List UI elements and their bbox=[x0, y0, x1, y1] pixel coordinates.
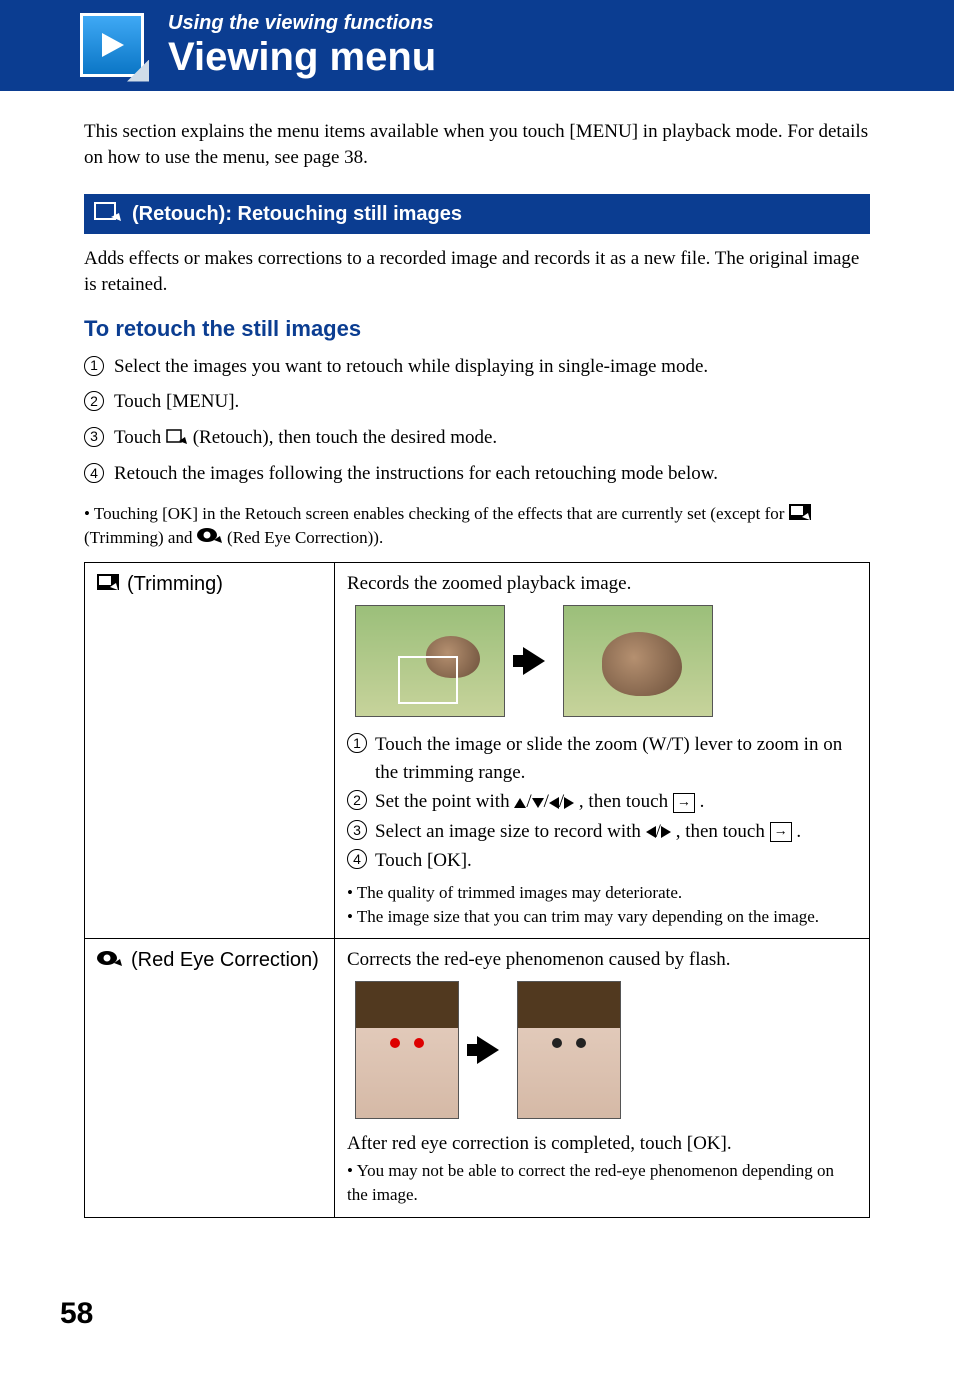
trimming-illustration bbox=[355, 605, 857, 717]
trim-step-2-pre: Set the point with bbox=[375, 791, 514, 812]
proceed-icon: → bbox=[770, 822, 792, 842]
step-4: 4 Retouch the images following the instr… bbox=[84, 461, 870, 487]
retouch-description: Adds effects or makes corrections to a r… bbox=[84, 246, 870, 297]
table-row: (Red Eye Correction) Corrects the red-ey… bbox=[85, 939, 870, 1218]
step-2-text: Touch [MENU]. bbox=[114, 389, 239, 415]
intro-paragraph: This section explains the menu items ava… bbox=[84, 119, 870, 170]
step-number-1: 1 bbox=[347, 733, 367, 753]
right-icon bbox=[564, 797, 574, 809]
section-label: Using the viewing functions bbox=[168, 12, 436, 35]
step-number-4: 4 bbox=[84, 463, 104, 483]
trimming-desc: Records the zoomed playback image. bbox=[347, 573, 857, 595]
step-number-1: 1 bbox=[84, 356, 104, 376]
retouch-heading-bar: (Retouch): Retouching still images bbox=[84, 194, 870, 234]
retouch-modes-table: (Trimming) Records the zoomed playback i… bbox=[84, 562, 870, 1218]
trim-note-1: The quality of trimmed images may deteri… bbox=[347, 881, 857, 905]
arrow-right-icon bbox=[477, 1036, 499, 1064]
trim-after-image bbox=[563, 605, 713, 717]
trim-step-2-mid: , then touch bbox=[579, 791, 673, 812]
proceed-icon: → bbox=[673, 793, 695, 813]
redeye-label: (Red Eye Correction) bbox=[131, 949, 319, 972]
retouch-icon bbox=[166, 426, 188, 452]
note-mid2: (Red Eye Correction)). bbox=[227, 528, 383, 547]
redeye-illustration bbox=[355, 981, 857, 1119]
trim-step-1: Touch the image or slide the zoom (W/T) … bbox=[375, 731, 857, 786]
step-2: 2 Touch [MENU]. bbox=[84, 389, 870, 415]
trimming-icon bbox=[97, 573, 119, 596]
trimming-icon bbox=[789, 504, 811, 527]
trim-note-2: The image size that you can trim may var… bbox=[347, 905, 857, 929]
step-1: 1 Select the images you want to retouch … bbox=[84, 354, 870, 380]
redeye-notes: You may not be able to correct the red-e… bbox=[347, 1159, 857, 1207]
trim-step-3-mid: , then touch bbox=[676, 821, 770, 842]
retouch-heading-text: (Retouch): Retouching still images bbox=[132, 203, 462, 226]
note-mid1: (Trimming) and bbox=[84, 528, 197, 547]
step-number-2: 2 bbox=[84, 391, 104, 411]
redeye-note-1: You may not be able to correct the red-e… bbox=[347, 1159, 857, 1207]
trim-step-2-post: . bbox=[700, 791, 705, 812]
redeye-before-image bbox=[355, 981, 459, 1119]
step-number-4: 4 bbox=[347, 849, 367, 869]
trim-step-3-post: . bbox=[796, 821, 801, 842]
step-number-2: 2 bbox=[347, 790, 367, 810]
redeye-after-image bbox=[517, 981, 621, 1119]
left-icon bbox=[549, 797, 559, 809]
red-eye-icon bbox=[197, 527, 223, 550]
step-number-3: 3 bbox=[84, 427, 104, 447]
page-number: 58 bbox=[60, 1297, 93, 1331]
step-3-post: (Retouch), then touch the desired mode. bbox=[193, 427, 497, 448]
step-number-3: 3 bbox=[347, 820, 367, 840]
table-row: (Trimming) Records the zoomed playback i… bbox=[85, 563, 870, 939]
header-banner: Using the viewing functions Viewing menu bbox=[0, 0, 954, 91]
playback-icon bbox=[80, 13, 144, 77]
redeye-desc: Corrects the red-eye phenomenon caused b… bbox=[347, 949, 857, 971]
redeye-after-text: After red eye correction is completed, t… bbox=[347, 1133, 857, 1155]
down-icon bbox=[532, 798, 544, 808]
trim-step-4: Touch [OK]. bbox=[375, 847, 472, 875]
note-pre: Touching [OK] in the Retouch screen enab… bbox=[94, 504, 789, 523]
trimming-notes: The quality of trimmed images may deteri… bbox=[347, 881, 857, 929]
trim-before-image bbox=[355, 605, 505, 717]
step-3-pre: Touch bbox=[114, 427, 166, 448]
trimming-steps: 1 Touch the image or slide the zoom (W/T… bbox=[347, 731, 857, 875]
right-icon bbox=[661, 826, 671, 838]
step-4-text: Retouch the images following the instruc… bbox=[114, 461, 718, 487]
trim-step-3-pre: Select an image size to record with bbox=[375, 821, 646, 842]
arrow-right-icon bbox=[523, 647, 545, 675]
retouch-top-note: Touching [OK] in the Retouch screen enab… bbox=[84, 503, 870, 550]
red-eye-icon bbox=[97, 949, 123, 972]
up-icon bbox=[514, 798, 526, 808]
left-icon bbox=[646, 826, 656, 838]
step-3: 3 Touch (Retouch), then touch the desire… bbox=[84, 425, 870, 451]
step-1-text: Select the images you want to retouch wh… bbox=[114, 354, 708, 380]
retouch-subhead: To retouch the still images bbox=[84, 316, 870, 342]
trimming-label: (Trimming) bbox=[127, 573, 223, 596]
page-title: Viewing menu bbox=[168, 37, 436, 77]
retouch-icon bbox=[94, 200, 122, 228]
retouch-steps: 1 Select the images you want to retouch … bbox=[84, 354, 870, 487]
